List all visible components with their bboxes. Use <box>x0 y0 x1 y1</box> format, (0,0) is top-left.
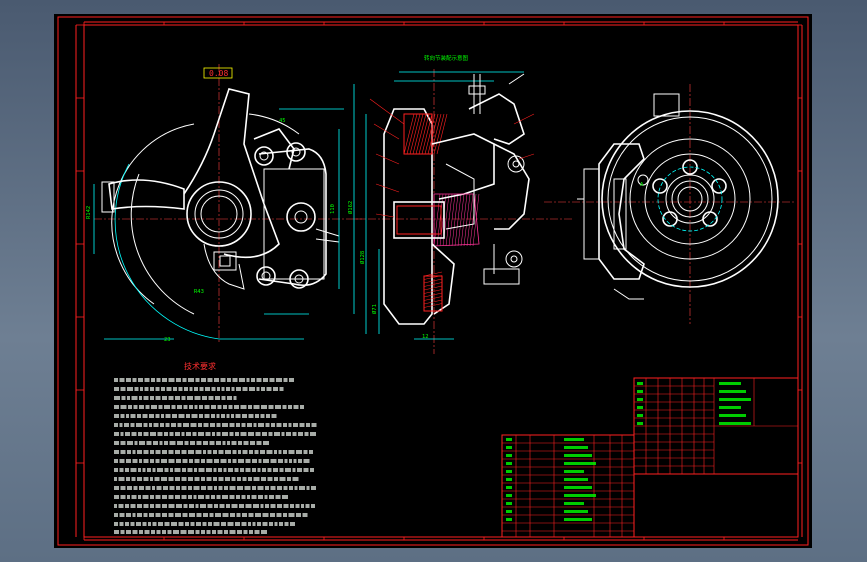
notes-title: 技术要求 <box>184 361 216 371</box>
left-view-knuckle[interactable]: 0.08 R142 45 110 R43 23 <box>86 64 364 344</box>
leader-lines <box>370 99 534 217</box>
svg-text:110: 110 <box>330 204 336 214</box>
svg-text:0.08: 0.08 <box>209 69 228 78</box>
drawing-sheet[interactable]: 0.08 R142 45 110 R43 23 转向节装配示意图 Ø162 Ø1… <box>54 14 812 548</box>
svg-text:R43: R43 <box>194 289 204 295</box>
svg-text:23: 23 <box>164 337 171 343</box>
technical-notes[interactable]: 技术要求 <box>114 361 317 534</box>
middle-view-section[interactable]: 转向节装配示意图 Ø162 Ø128 Ø71 12 <box>347 54 574 354</box>
svg-text:12: 12 <box>422 334 429 340</box>
svg-text:R142: R142 <box>86 206 92 219</box>
right-view-hub[interactable]: A <box>544 84 794 324</box>
svg-text:Ø71: Ø71 <box>371 304 378 314</box>
cad-viewer: 0.08 R142 45 110 R43 23 转向节装配示意图 Ø162 Ø1… <box>0 0 867 562</box>
cad-drawing: 0.08 R142 45 110 R43 23 转向节装配示意图 Ø162 Ø1… <box>54 14 812 548</box>
svg-text:45: 45 <box>279 118 286 124</box>
svg-text:Ø128: Ø128 <box>359 251 366 264</box>
svg-text:Ø162: Ø162 <box>347 201 354 214</box>
parts-list-table[interactable] <box>502 378 798 537</box>
section-label: 转向节装配示意图 <box>424 54 469 62</box>
